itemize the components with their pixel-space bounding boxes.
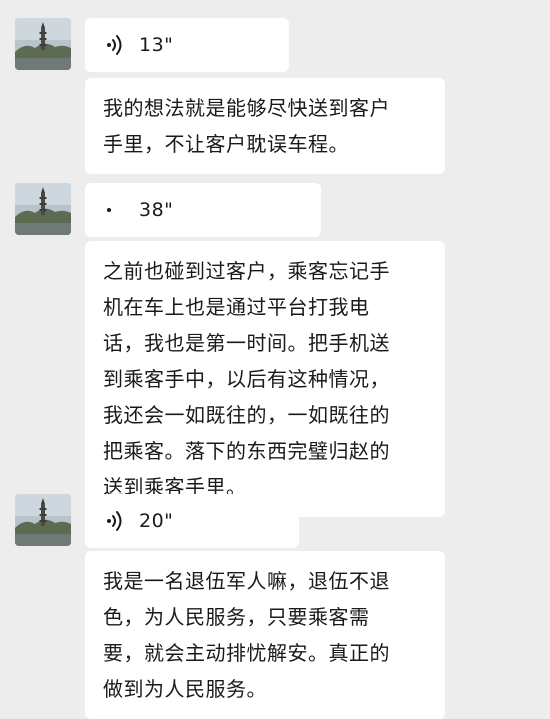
voice-duration: 13" xyxy=(139,34,174,56)
voice-wave-icon xyxy=(105,199,127,221)
voice-transcription[interactable]: 我是一名退伍军人嘛，退伍不退 色，为人民服务，只要乘客需 要，就会主动排忧解安。… xyxy=(85,551,445,719)
pagoda-avatar-image xyxy=(15,183,71,235)
voice-wave-icon xyxy=(105,34,127,56)
voice-transcription[interactable]: 我的想法就是能够尽快送到客户 手里，不让客户耽误车程。 xyxy=(85,78,445,174)
voice-message-bubble[interactable]: 20" xyxy=(85,494,299,548)
avatar[interactable] xyxy=(15,494,71,546)
voice-transcription[interactable]: 之前也碰到过客户，乘客忘记手 机在车上也是通过平台打我电 话，我也是第一时间。把… xyxy=(85,241,445,517)
voice-message-bubble[interactable]: 13" xyxy=(85,18,289,72)
voice-wave-icon xyxy=(105,510,127,532)
voice-duration: 38" xyxy=(139,199,174,221)
voice-message-bubble[interactable]: 38" xyxy=(85,183,321,237)
avatar[interactable] xyxy=(15,18,71,70)
voice-duration: 20" xyxy=(139,510,174,532)
pagoda-avatar-image xyxy=(15,494,71,546)
avatar[interactable] xyxy=(15,183,71,235)
pagoda-avatar-image xyxy=(15,18,71,70)
